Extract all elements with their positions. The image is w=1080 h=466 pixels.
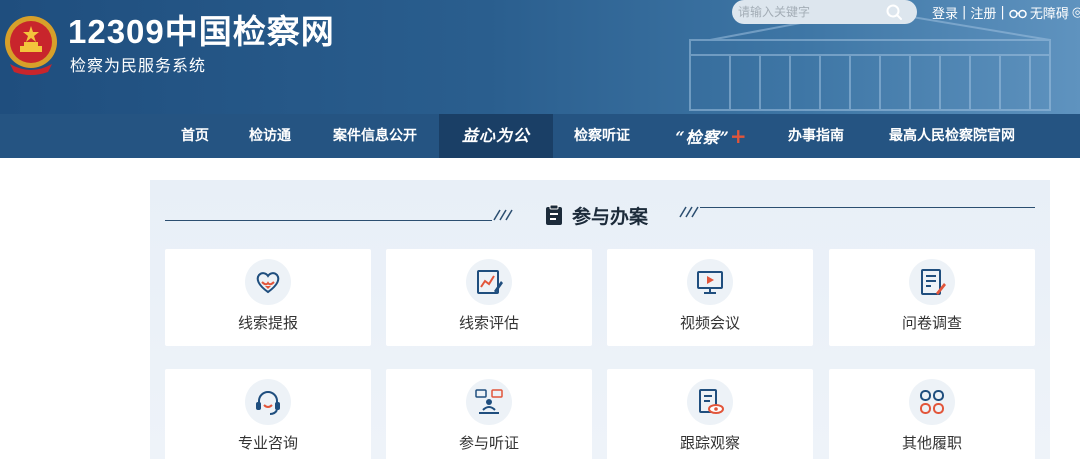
site-header: 12309中国检察网 检察为民服务系统 登录 | 注册 | 无障碍 ◎	[0, 0, 1080, 114]
nav-item-hearing[interactable]: 检察听证	[562, 114, 642, 158]
document-eye-icon	[699, 389, 724, 414]
hearing-icon	[475, 389, 503, 414]
headset-icon	[256, 391, 280, 415]
national-emblem-icon	[5, 16, 57, 75]
nav-label: 首页	[181, 128, 209, 144]
section-header: 参与办案	[544, 202, 648, 228]
card-label: 跟踪观察	[679, 434, 740, 452]
circle-icon: ◎	[1071, 5, 1080, 20]
card-clue-assessment[interactable]: 线索评估	[386, 249, 592, 346]
monitor-play-icon	[697, 271, 723, 294]
nav-label: 案件信息公开	[333, 128, 417, 144]
card-survey[interactable]: 问卷调查	[829, 249, 1035, 346]
card-tracking-observation[interactable]: 跟踪观察	[607, 369, 813, 466]
icon-badge	[466, 259, 512, 305]
heart-hand-icon	[256, 272, 280, 294]
top-links: 登录 | 注册 | 无障碍 ◎	[932, 3, 1080, 22]
card-clue-report[interactable]: 线索提报	[165, 249, 371, 346]
icon-badge	[466, 379, 512, 425]
card-consulting[interactable]: 专业咨询	[165, 369, 371, 466]
icon-badge	[687, 379, 733, 425]
card-label: 参与听证	[458, 434, 519, 452]
card-other-duties[interactable]: 其他履职	[829, 369, 1035, 466]
section-divider	[700, 207, 1035, 208]
card-video-conference[interactable]: 视频会议	[607, 249, 813, 346]
card-label: 专业咨询	[237, 434, 298, 452]
nav-item-guide[interactable]: 办事指南	[776, 114, 856, 158]
nav-label: “检察”	[675, 128, 730, 147]
nav-label: 最高人民检察院官网	[889, 128, 1015, 144]
card-label: 线索提报	[237, 314, 298, 332]
icon-badge	[909, 379, 955, 425]
icon-badge	[245, 379, 291, 425]
section-divider	[165, 220, 492, 221]
nav-label: 益心为公	[461, 126, 530, 145]
search-icon[interactable]	[885, 3, 903, 21]
search-input[interactable]	[738, 2, 878, 22]
login-link[interactable]: 登录	[932, 3, 958, 22]
card-hearing[interactable]: 参与听证	[386, 369, 592, 466]
accessibility-link[interactable]: 无障碍	[1030, 3, 1069, 22]
document-pen-icon	[921, 269, 946, 295]
card-label: 视频会议	[679, 314, 740, 332]
nav-item-jiancha-plus[interactable]: “检察”+	[668, 114, 754, 158]
site-subtitle: 检察为民服务系统	[70, 56, 207, 75]
search-box	[732, 0, 917, 24]
clipboard-icon	[546, 204, 562, 225]
nav-item-yixinweigong[interactable]: 益心为公	[439, 114, 553, 158]
card-label: 其他履职	[901, 434, 962, 452]
icon-badge	[909, 259, 955, 305]
divider: |	[962, 5, 967, 20]
grid-icon	[920, 390, 944, 414]
site-title[interactable]: 12309中国检察网	[68, 14, 335, 50]
icon-badge	[687, 259, 733, 305]
hatch-decoration	[493, 209, 513, 221]
divider: |	[1000, 5, 1005, 20]
nav-item-spp-official[interactable]: 最高人民检察院官网	[876, 114, 1028, 158]
section-title: 参与办案	[572, 205, 649, 228]
plus-icon: +	[729, 124, 747, 148]
register-link[interactable]: 注册	[970, 3, 996, 22]
main-nav: 首页 检访通 案件信息公开 益心为公 检察听证 “检察”+ 办事指南 最高人民检…	[0, 114, 1080, 158]
card-label: 问卷调查	[901, 314, 962, 332]
nav-item-case-info[interactable]: 案件信息公开	[320, 114, 430, 158]
nav-label: 检察听证	[574, 128, 630, 144]
hatch-decoration	[679, 206, 699, 218]
glasses-icon	[1009, 9, 1027, 18]
nav-label: 检访通	[249, 128, 291, 144]
nav-item-jianfangtong[interactable]: 检访通	[236, 114, 304, 158]
icon-badge	[245, 259, 291, 305]
card-label: 线索评估	[458, 314, 519, 332]
chart-pen-icon	[477, 270, 503, 294]
nav-label: 办事指南	[788, 128, 844, 144]
nav-item-home[interactable]: 首页	[166, 114, 224, 158]
